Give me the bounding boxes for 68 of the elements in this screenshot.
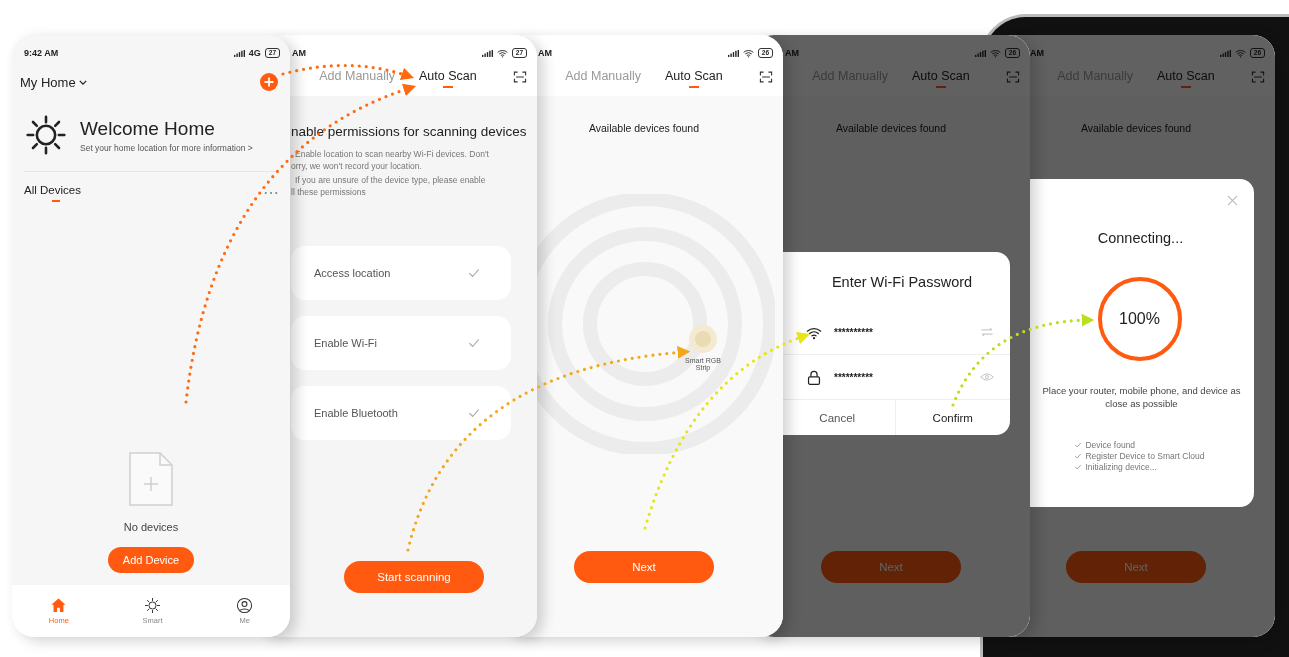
wifi-icon — [496, 48, 508, 58]
status-time: AM — [785, 48, 799, 58]
tab[interactable]: Add Manually — [565, 67, 642, 88]
permission-card[interactable]: Access location — [291, 246, 511, 300]
location-link[interactable]: Set your home location for more information > — [80, 142, 253, 153]
signal-icon — [974, 49, 986, 57]
network-label: 4G — [248, 48, 261, 58]
sun-icon — [24, 113, 68, 157]
tab[interactable]: Add Manually — [319, 67, 396, 88]
permission-label: Access location — [314, 267, 391, 279]
status-time: AM — [292, 48, 306, 58]
person-icon — [236, 597, 254, 614]
dialog-title: Enter Wi-Fi Password — [830, 274, 974, 290]
swap-icon[interactable] — [980, 327, 994, 337]
start-scanning-button[interactable]: Start scanning — [344, 561, 484, 593]
network-field[interactable]: ********** — [834, 326, 968, 338]
wifi-icon — [742, 48, 754, 58]
permission-card[interactable]: Enable Wi-Fi — [291, 316, 511, 370]
signal-icon — [233, 49, 245, 57]
step-label: Device found — [1085, 440, 1136, 450]
home-dropdown[interactable]: My Home — [20, 74, 76, 90]
hint-text: Place your router, mobile phone, and device as close as possible — [1041, 384, 1242, 410]
cancel-button[interactable]: Cancel — [780, 400, 895, 435]
add-device-button[interactable]: Add Device — [107, 547, 195, 573]
confirm-button[interactable]: Confirm — [894, 400, 1010, 435]
wifi-icon — [1234, 48, 1246, 58]
next-button[interactable]: Next — [574, 551, 714, 583]
tab[interactable]: Auto Scan — [419, 67, 477, 88]
close-icon[interactable] — [1227, 195, 1238, 206]
chevron-down-icon — [78, 79, 87, 85]
step-label: Initializing device... — [1085, 462, 1157, 472]
permission-label: Enable Wi-Fi — [314, 337, 377, 349]
progress-percent: 100% — [1119, 310, 1160, 328]
document-plus-icon — [128, 451, 174, 507]
add-icon[interactable] — [260, 73, 278, 91]
more-icon[interactable] — [264, 191, 278, 195]
welcome-title: Welcome Home — [80, 117, 216, 140]
note-text: Enable location to scan nearby Wi-Fi devices. Don't — [294, 149, 490, 161]
status-time: 9:42 AM — [24, 48, 59, 58]
sun-icon — [144, 597, 161, 614]
signal-icon — [727, 49, 739, 57]
heading: nable permissions for scanning devices — [291, 124, 528, 139]
tab[interactable]: Auto Scan — [665, 67, 723, 88]
section-tab[interactable]: All Devices — [24, 184, 81, 202]
password-field[interactable]: ********** — [834, 371, 968, 383]
dialog-title: Connecting... — [1096, 230, 1184, 246]
status-time: AM — [1030, 48, 1044, 58]
eye-icon[interactable] — [980, 372, 994, 382]
tab[interactable]: Auto Scan — [1157, 67, 1215, 88]
signal-icon — [1219, 49, 1231, 57]
step-label: Register Device to Smart Cloud — [1085, 451, 1205, 461]
caption: Available devices found — [1079, 122, 1193, 134]
caption: Available devices found — [834, 122, 948, 134]
permission-card[interactable]: Enable Bluetooth — [291, 386, 511, 440]
status-time: AM — [538, 48, 552, 58]
permission-label: Enable Bluetooth — [314, 407, 398, 419]
next-button[interactable]: Next — [821, 551, 961, 583]
home-icon — [50, 597, 68, 614]
lock-icon — [806, 369, 822, 385]
scan-icon[interactable] — [513, 70, 527, 84]
tab[interactable]: Auto Scan — [912, 67, 970, 88]
note-text: orry, we won't record your location. — [291, 160, 423, 172]
scan-icon[interactable] — [759, 70, 773, 84]
note-text: If you are unsure of the device type, please enable — [294, 175, 487, 187]
empty-message: No devices — [123, 521, 179, 533]
signal-icon — [481, 49, 493, 57]
wifi-icon — [989, 48, 1001, 58]
next-button[interactable]: Next — [1066, 551, 1206, 583]
